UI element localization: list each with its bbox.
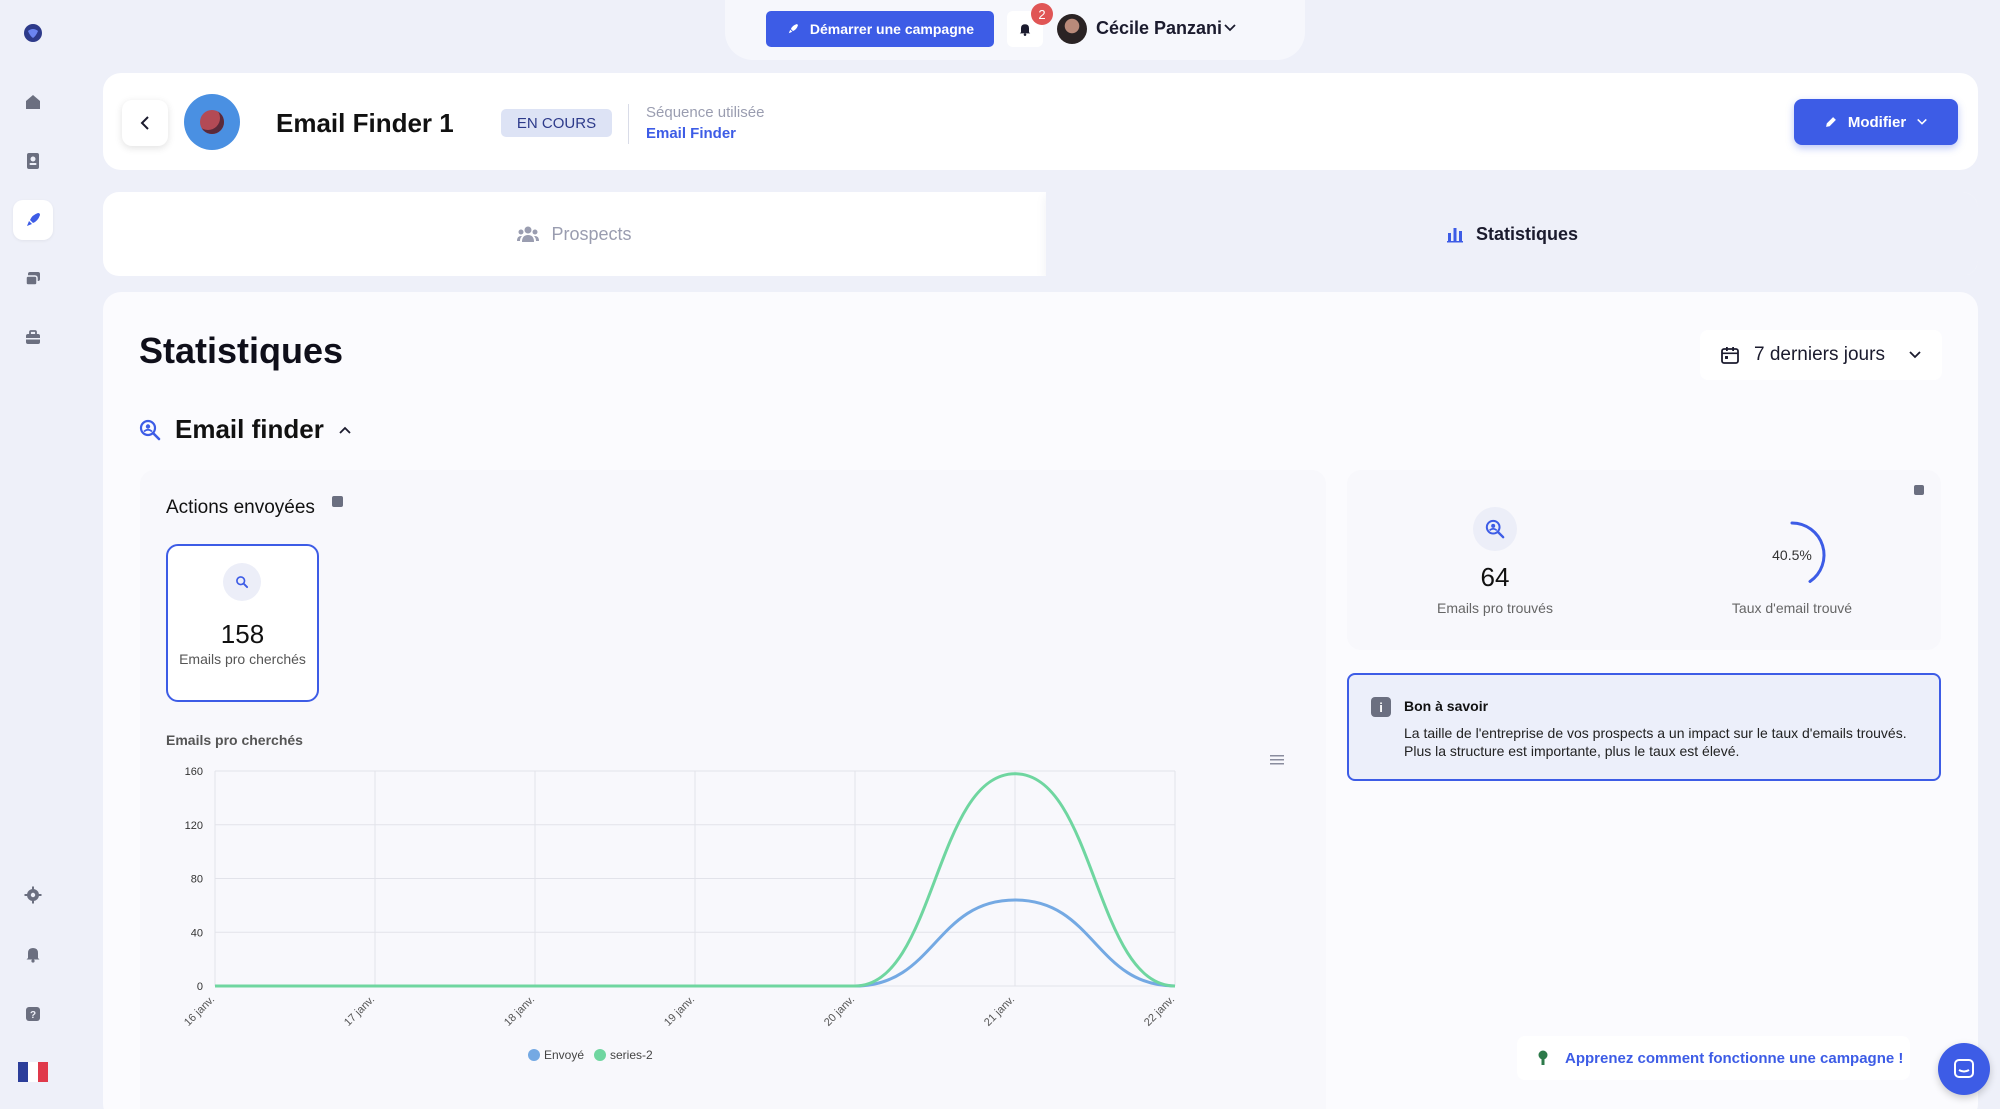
avatar[interactable] — [1057, 14, 1087, 44]
stat-value: 158 — [220, 619, 265, 649]
y-tick-label: 0 — [197, 981, 203, 993]
campaign-title: Email Finder 1 — [276, 108, 454, 138]
x-tick-label: 22 janv. — [1142, 994, 1177, 1029]
tip-title: Bon à savoir — [1404, 698, 1489, 714]
email-rate-label: Taux d'email trouvé — [1731, 600, 1853, 616]
x-tick-label: 16 janv. — [182, 994, 217, 1029]
divider — [628, 104, 629, 144]
info-icon[interactable] — [1914, 485, 1924, 495]
gear-icon[interactable] — [13, 875, 53, 915]
kpi-card — [1347, 470, 1941, 650]
start-campaign-button[interactable]: Démarrer une campagne — [766, 11, 994, 47]
emails-found-value: 64 — [1480, 562, 1510, 592]
legend-marker — [528, 1049, 540, 1061]
chevron-down-icon — [1909, 351, 1921, 359]
legend-marker — [594, 1049, 606, 1061]
emails-found-label: Emails pro trouvés — [1437, 600, 1553, 616]
x-tick-label: 18 janv. — [502, 994, 537, 1029]
users-icon — [517, 226, 540, 242]
period-select[interactable]: 7 derniers jours — [1700, 330, 1942, 380]
tabs: Prospects Statistiques — [103, 192, 1978, 276]
campaign-avatar — [184, 94, 240, 150]
y-tick-label: 40 — [191, 927, 203, 939]
bell-icon — [1019, 24, 1031, 36]
notification-badge: 2 — [1031, 3, 1053, 25]
chevron-left-icon — [140, 116, 149, 130]
sidebar: ? — [0, 0, 66, 1109]
chat-icon[interactable] — [13, 259, 53, 299]
tab-prospects-label: Prospects — [551, 223, 632, 244]
edit-label: Modifier — [1847, 113, 1907, 131]
legend-label: Envoyé — [544, 1048, 584, 1062]
chevron-up-icon[interactable] — [338, 423, 352, 437]
section-title: Email finder — [175, 414, 324, 444]
stat-label: Emails pro cherchés — [179, 651, 306, 667]
tip-text: La taille de l'entreprise de vos prospec… — [1404, 725, 1907, 759]
info-icon: i — [1371, 697, 1391, 717]
help-icon[interactable]: ? — [13, 994, 53, 1034]
bar-chart-icon — [1446, 228, 1463, 243]
status-badge: EN COURS — [501, 109, 612, 137]
y-tick-label: 80 — [191, 874, 203, 886]
user-name[interactable]: Cécile Panzani — [1096, 18, 1222, 39]
contacts-icon[interactable] — [13, 141, 53, 181]
chevron-down-icon[interactable] — [1223, 21, 1237, 35]
x-tick-label: 17 janv. — [342, 994, 377, 1029]
pencil-icon — [1825, 117, 1836, 127]
edit-button[interactable]: Modifier — [1794, 99, 1958, 145]
sequence-link[interactable]: Email Finder — [646, 125, 736, 142]
learn-campaign-label: Apprenez comment fonctionne une campagne… — [1565, 1049, 1904, 1067]
start-campaign-label: Démarrer une campagne — [809, 21, 975, 37]
svg-text:?: ? — [30, 1010, 36, 1021]
line-chart: 0 40 80 120 160 16 janv. 17 janv. 18 janv. 19 ja… — [182, 766, 1177, 1062]
back-button[interactable] — [122, 100, 168, 146]
info-icon[interactable] — [332, 496, 343, 507]
bell-icon[interactable] — [13, 934, 53, 974]
rocket-icon — [788, 24, 798, 34]
chat-button[interactable] — [1938, 1043, 1990, 1095]
y-tick-label: 160 — [185, 766, 203, 778]
tab-statistiques[interactable]: Statistiques — [1046, 192, 1978, 276]
logo-icon[interactable] — [13, 13, 53, 53]
actions-title: Actions envoyées — [166, 497, 315, 518]
chart-label: Emails pro cherchés — [166, 732, 303, 748]
search-user-icon — [1473, 507, 1517, 551]
rocket-icon[interactable] — [13, 200, 53, 240]
section-header[interactable]: Email finder — [139, 414, 352, 445]
x-tick-label: 20 janv. — [822, 994, 857, 1029]
french-flag-icon[interactable] — [13, 1052, 53, 1092]
y-tick-label: 120 — [185, 820, 203, 832]
page-title: Statistiques — [139, 330, 344, 371]
x-tick-label: 21 janv. — [982, 994, 1017, 1029]
search-icon — [223, 563, 261, 601]
briefcase-icon[interactable] — [13, 318, 53, 358]
lightbulb-icon — [1538, 1050, 1548, 1065]
period-value: 7 derniers jours — [1754, 344, 1885, 365]
calendar-icon — [1721, 347, 1739, 364]
learn-campaign-link[interactable]: Apprenez comment fonctionne une campagne… — [1517, 1036, 1910, 1080]
email-rate-value: 40.5% — [1772, 547, 1812, 563]
chevron-down-icon — [1917, 118, 1928, 125]
tab-statistiques-label: Statistiques — [1475, 223, 1579, 244]
home-icon[interactable] — [13, 82, 53, 122]
x-tick-label: 19 janv. — [662, 994, 697, 1029]
tab-prospects[interactable]: Prospects — [103, 192, 1046, 276]
legend-label: series-2 — [610, 1048, 653, 1062]
chat-icon — [1954, 1059, 1974, 1078]
sequence-label: Séquence utilisée — [646, 104, 765, 121]
search-user-icon — [139, 419, 161, 440]
